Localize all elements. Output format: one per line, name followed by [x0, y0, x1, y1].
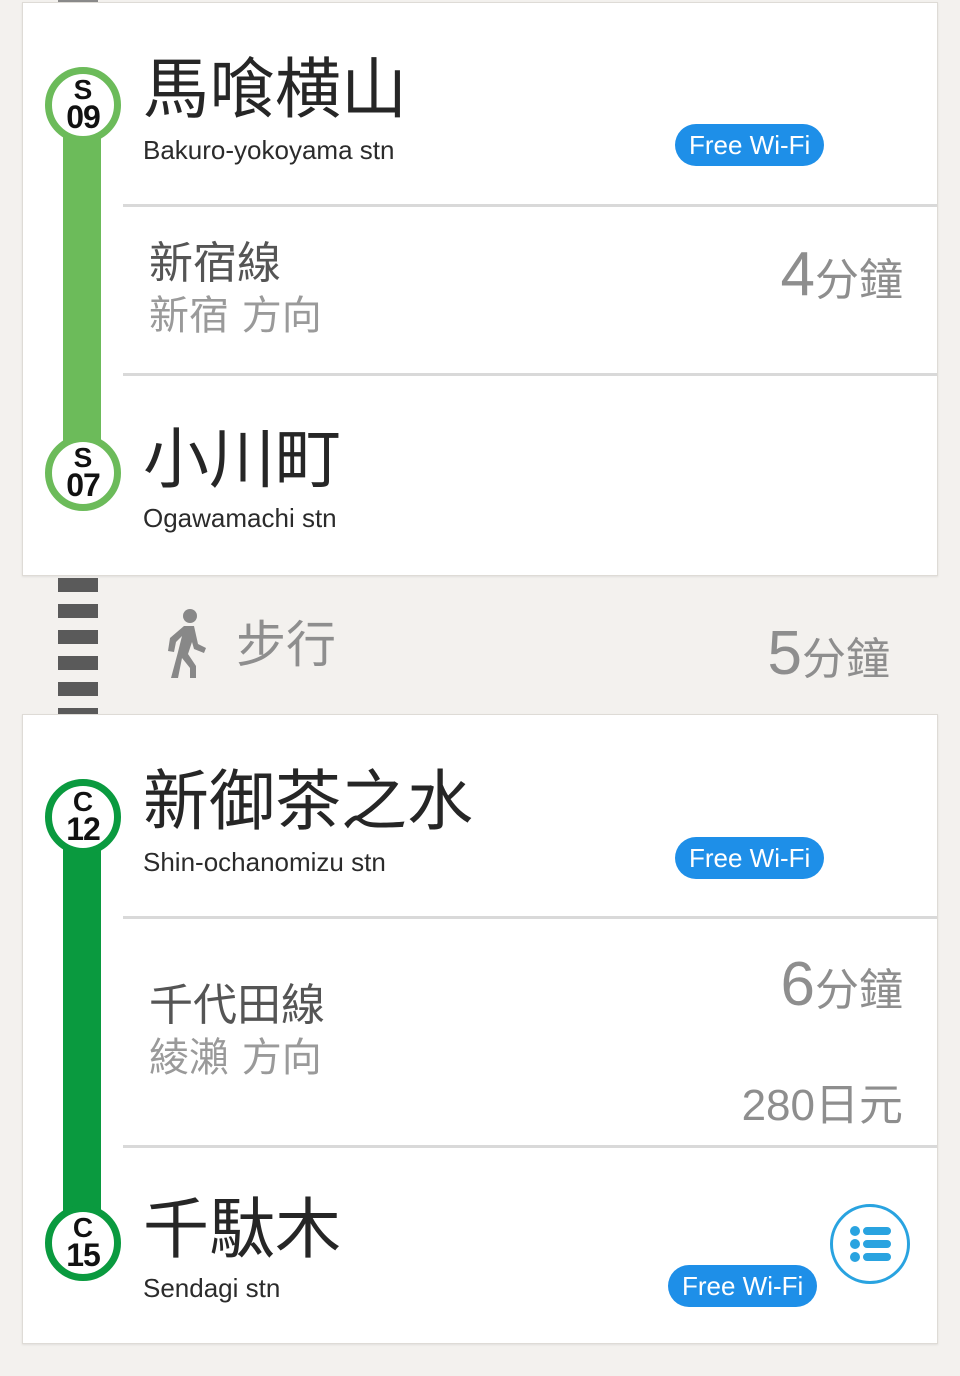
station-code-number: 15 [66, 1237, 101, 1273]
station-code-badge-from: C 12 [45, 779, 121, 855]
walk-time-unit: 分鐘 [802, 634, 890, 685]
free-wifi-badge[interactable]: Free Wi-Fi [675, 837, 825, 879]
line-direction: 綾瀨 方向 [149, 1035, 322, 1081]
chiyoda-line-bar [63, 819, 101, 1243]
shinjuku-line-bar [63, 103, 101, 473]
ride-time: 6分鐘 [781, 949, 903, 1020]
walk-connector [58, 578, 98, 714]
station-code-badge-from: S 09 [45, 67, 121, 143]
station-name-en: Bakuro-yokoyama stn [143, 135, 395, 165]
list-menu-button[interactable] [830, 1204, 910, 1284]
divider [123, 916, 937, 919]
fare: 280日元 [742, 1069, 903, 1133]
ride-time-value: 6 [780, 950, 815, 1019]
station-code-badge-to: S 07 [45, 435, 121, 511]
fare-unit: 日元 [815, 1080, 903, 1131]
walk-label: 步行 [236, 616, 336, 674]
route-card-shinjuku: S 09 馬喰横山 Bakuro-yokoyama stn Free Wi-Fi… [22, 2, 938, 576]
line-name: 千代田線 [149, 980, 325, 1031]
walking-person-icon [160, 608, 212, 680]
free-wifi-badge[interactable]: Free Wi-Fi [668, 1265, 818, 1307]
line-name: 新宿線 [149, 238, 281, 289]
station-code-number: 09 [66, 99, 101, 135]
station-name-en: Ogawamachi stn [143, 503, 337, 533]
ride-time-unit: 分鐘 [815, 255, 903, 306]
walk-time-value: 5 [767, 619, 802, 688]
station-name[interactable]: 馬喰横山 [143, 57, 407, 123]
ride-time-unit: 分鐘 [815, 965, 903, 1016]
list-menu-icon [850, 1226, 891, 1262]
divider [123, 373, 937, 376]
route-card-chiyoda: C 12 新御茶之水 Shin-ochanomizu stn Free Wi-F… [22, 714, 938, 1344]
station-name-en: Shin-ochanomizu stn [143, 847, 386, 877]
station-name[interactable]: 千駄木 [143, 1197, 341, 1263]
fare-value: 280 [741, 1081, 815, 1130]
station-name-en: Sendagi stn [143, 1273, 281, 1303]
ride-time: 4分鐘 [781, 239, 903, 310]
free-wifi-badge[interactable]: Free Wi-Fi [675, 124, 825, 166]
divider [123, 1145, 937, 1148]
station-code-badge-to: C 15 [45, 1205, 121, 1281]
divider [123, 204, 937, 207]
station-code-number: 12 [66, 811, 101, 847]
ride-time-value: 4 [780, 240, 815, 309]
station-name[interactable]: 新御茶之水 [143, 769, 473, 835]
line-direction: 新宿 方向 [149, 293, 322, 339]
station-name[interactable]: 小川町 [143, 427, 341, 493]
walk-time: 5分鐘 [768, 618, 890, 689]
station-code-number: 07 [66, 467, 101, 503]
